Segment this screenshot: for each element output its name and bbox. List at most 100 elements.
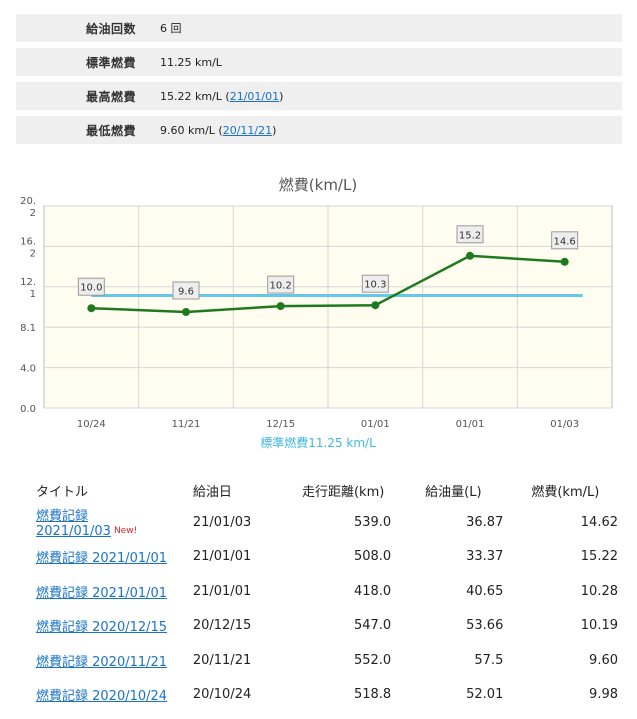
- x-tick-label: 01/01: [361, 419, 390, 430]
- cell-efficiency: 14.62: [580, 514, 618, 530]
- summary-value-text: 9.60 km/L (: [160, 123, 223, 137]
- summary-label: 最高燃費: [85, 89, 136, 104]
- summary-value: 11.25 km/L: [160, 56, 222, 69]
- table-row: 燃費記録 2021/01/01 21/01/01 418.0 40.65 10.28: [20, 574, 630, 609]
- data-point: [371, 301, 380, 310]
- table-row: 燃費記録 2021/01/01 21/01/01 508.0 33.37 15.22: [20, 540, 630, 575]
- cell-volume: 33.37: [466, 549, 504, 565]
- cell-date: 20/12/15: [192, 618, 252, 634]
- cell-distance: 539.0: [353, 514, 392, 530]
- header-volume: 給油量(L): [425, 484, 482, 500]
- summary-value: 9.60 km/L (20/11/21): [160, 124, 276, 137]
- x-tick-label: 12/15: [266, 419, 295, 430]
- summary-row-standard-efficiency: 標準燃費 11.25 km/L: [16, 48, 622, 76]
- reference-line-label: 標準燃費11.25 km/L: [260, 435, 376, 450]
- cell-volume: 53.66: [466, 618, 504, 634]
- record-link[interactable]: 燃費記録 2020/11/21: [36, 655, 167, 670]
- summary-value-suffix: ): [279, 89, 284, 103]
- table-row: 燃費記録 2020/12/15 20/12/15 547.0 53.66 10.19: [20, 609, 630, 644]
- cell-distance: 418.0: [353, 583, 392, 599]
- header-date: 給油日: [192, 484, 232, 500]
- summary-value-suffix: ): [272, 123, 277, 137]
- x-tick-label: 01/03: [550, 419, 579, 430]
- data-point: [466, 251, 474, 260]
- cell-title: 燃費記録 2021/01/01: [20, 540, 193, 575]
- chart-svg: 燃費(km/L) 0.0 4.0 8.1 12. 1 16. 2 20. 2 10/24 11/21 1…: [20, 176, 613, 450]
- fuel-records-table: タイトル 給油日 走行距離(km) 給油量(L) 燃費(km/L) 燃費記録 2…: [20, 475, 630, 712]
- cell-distance: 547.0: [353, 618, 392, 634]
- x-tick-label: 01/01: [456, 419, 485, 430]
- record-link[interactable]: 燃費記録 2020/12/15: [36, 620, 167, 635]
- summary-row-worst-efficiency: 最低燃費 9.60 km/L (20/11/21): [16, 116, 622, 144]
- table-row: 燃費記録 2020/11/21 20/11/21 552.0 57.5 9.60: [20, 643, 630, 678]
- x-tick-label: 11/21: [172, 419, 201, 430]
- summary-row-refuel-count: 給油回数 6 回: [16, 14, 622, 42]
- cell-distance: 552.0: [353, 652, 392, 668]
- record-link[interactable]: 燃費記録 2021/01/03: [36, 509, 111, 539]
- cell-efficiency: 10.19: [580, 618, 618, 634]
- record-link[interactable]: 燃費記録 2021/01/01: [36, 586, 167, 601]
- data-label: 10.2: [270, 281, 292, 292]
- cell-volume: 52.01: [466, 687, 504, 703]
- record-link[interactable]: 燃費記録 2020/10/24: [36, 689, 167, 704]
- cell-date: 21/01/01: [192, 583, 252, 599]
- worst-efficiency-date-link[interactable]: 20/11/21: [223, 124, 272, 137]
- cell-date: 20/10/24: [192, 687, 252, 703]
- table-row: 燃費記録 2021/01/03 New! 21/01/03 539.0 36.87 14.…: [20, 505, 630, 540]
- x-tick-label: 10/24: [77, 419, 106, 430]
- cell-efficiency: 9.98: [589, 687, 618, 703]
- cell-efficiency: 15.22: [580, 549, 618, 565]
- y-tick-label: 8.1: [20, 323, 36, 334]
- cell-efficiency: 9.60: [589, 652, 618, 668]
- y-tick-label: 16. 2: [20, 236, 36, 259]
- cell-title: 燃費記録 2020/11/21: [20, 643, 193, 678]
- cell-date: 21/01/03: [192, 514, 252, 530]
- data-point: [87, 304, 96, 313]
- cell-distance: 508.0: [353, 549, 392, 565]
- summary-value: 6 回: [160, 20, 182, 36]
- cell-volume: 36.87: [466, 514, 504, 530]
- cell-volume: 40.65: [466, 583, 504, 599]
- summary-label: 標準燃費: [85, 55, 136, 70]
- data-point: [182, 308, 190, 316]
- header-distance: 走行距離(km): [301, 484, 385, 500]
- record-link[interactable]: 燃費記録 2021/01/01: [36, 551, 167, 566]
- data-label: 9.6: [178, 287, 194, 298]
- data-label: 10.3: [364, 280, 386, 291]
- cell-date: 20/11/21: [192, 652, 252, 668]
- header-title: タイトル: [36, 484, 89, 500]
- summary-value-text: 15.22 km/L (: [160, 89, 230, 103]
- cell-distance: 518.8: [353, 687, 392, 703]
- cell-date: 21/01/01: [192, 549, 252, 565]
- y-tick-label: 4.0: [20, 364, 36, 375]
- fuel-efficiency-chart: 燃費(km/L) 0.0 4.0 8.1 12. 1 16. 2 20. 2 10/24 11/21 1…: [0, 168, 637, 460]
- cell-title: 燃費記録 2020/10/24: [20, 678, 193, 713]
- summary-label: 最低燃費: [85, 123, 136, 138]
- cell-efficiency: 10.28: [580, 583, 618, 599]
- y-tick-label: 20. 2: [20, 196, 36, 219]
- summary-label: 給油回数: [85, 21, 136, 36]
- data-label: 15.2: [459, 230, 481, 241]
- data-label: 14.6: [554, 236, 576, 247]
- new-badge: New!: [113, 526, 138, 537]
- data-point: [560, 257, 569, 266]
- table-row: 燃費記録 2020/10/24 20/10/24 518.8 52.01 9.98: [20, 678, 630, 713]
- header-efficiency: 燃費(km/L): [531, 484, 600, 500]
- data-point: [276, 302, 285, 311]
- table-header-row: タイトル 給油日 走行距離(km) 給油量(L) 燃費(km/L): [20, 475, 630, 505]
- best-efficiency-date-link[interactable]: 21/01/01: [230, 90, 279, 103]
- y-tick-label: 0.0: [20, 404, 36, 415]
- chart-title: 燃費(km/L): [279, 176, 357, 194]
- summary-value-text: 11.25 km/L: [160, 55, 222, 69]
- cell-volume: 57.5: [474, 652, 504, 668]
- cell-title: 燃費記録 2021/01/01: [20, 574, 193, 609]
- summary-row-best-efficiency: 最高燃費 15.22 km/L (21/01/01): [16, 82, 622, 110]
- summary-panel: 給油回数 6 回 標準燃費 11.25 km/L 最高燃費 15.22 km/L…: [16, 14, 622, 150]
- cell-title: 燃費記録 2020/12/15: [20, 609, 193, 644]
- summary-value: 15.22 km/L (21/01/01): [160, 90, 283, 103]
- y-tick-label: 12. 1: [20, 277, 36, 300]
- data-label: 10.0: [80, 283, 102, 294]
- summary-value-text: 6 回: [160, 22, 182, 35]
- table-body: 燃費記録 2021/01/03 New! 21/01/03 539.0 36.87 14.…: [20, 505, 630, 712]
- cell-title: 燃費記録 2021/01/03 New!: [20, 505, 193, 540]
